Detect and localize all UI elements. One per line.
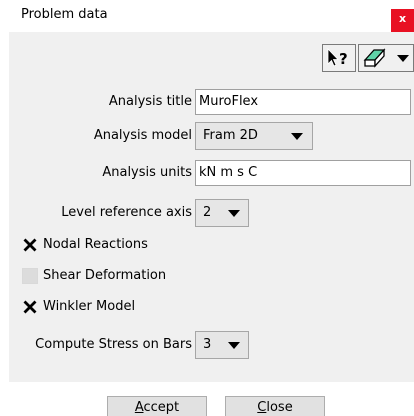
close-icon: x bbox=[398, 12, 407, 25]
whats-this-help-button[interactable]: ? bbox=[322, 44, 356, 72]
chevron-down-icon bbox=[228, 210, 240, 217]
accept-button[interactable]: Accept bbox=[107, 396, 207, 416]
chevron-down-icon bbox=[291, 133, 303, 140]
close-mnemonic: C bbox=[257, 400, 267, 415]
whats-this-help-icon: ? bbox=[327, 48, 348, 68]
close-label-rest: lose bbox=[266, 400, 293, 415]
problem-data-dialog: Problem data x ? Analysis title MuroFlex… bbox=[0, 0, 414, 416]
analysis-model-value: Fram 2D bbox=[203, 128, 258, 143]
eraser-icon bbox=[363, 48, 409, 68]
level-reference-axis-select[interactable]: 2 bbox=[195, 199, 249, 227]
compute-stress-on-bars-value: 3 bbox=[203, 337, 212, 352]
compute-stress-on-bars-select[interactable]: 3 bbox=[195, 331, 249, 359]
eraser-menu-button[interactable] bbox=[358, 44, 414, 72]
checkbox-x-icon bbox=[23, 238, 37, 252]
level-reference-axis-label: Level reference axis bbox=[61, 205, 192, 220]
winkler-model-checkbox[interactable] bbox=[22, 299, 38, 315]
shear-deformation-label: Shear Deformation bbox=[43, 268, 167, 283]
chevron-down-icon bbox=[228, 342, 240, 349]
close-window-button[interactable]: x bbox=[391, 9, 414, 32]
close-button[interactable]: Close bbox=[225, 396, 325, 416]
help-question-glyph: ? bbox=[339, 50, 348, 68]
winkler-model-label: Winkler Model bbox=[43, 299, 136, 314]
analysis-title-input[interactable]: MuroFlex bbox=[195, 89, 411, 115]
compute-stress-on-bars-label: Compute Stress on Bars bbox=[35, 337, 192, 352]
level-reference-axis-value: 2 bbox=[203, 205, 212, 220]
analysis-model-select[interactable]: Fram 2D bbox=[195, 122, 313, 150]
title-bar: Problem data x bbox=[0, 0, 414, 32]
checkbox-x-icon bbox=[23, 300, 37, 314]
accept-mnemonic: A bbox=[134, 400, 144, 415]
accept-label-rest: ccept bbox=[143, 400, 180, 415]
window-title: Problem data bbox=[21, 7, 108, 22]
analysis-title-label: Analysis title bbox=[108, 94, 192, 109]
analysis-model-label: Analysis model bbox=[93, 128, 192, 143]
analysis-units-input[interactable]: kN m s C bbox=[195, 160, 411, 186]
nodal-reactions-checkbox[interactable] bbox=[22, 237, 38, 253]
analysis-units-label: Analysis units bbox=[102, 165, 192, 180]
nodal-reactions-label: Nodal Reactions bbox=[43, 237, 148, 252]
shear-deformation-checkbox[interactable] bbox=[22, 268, 38, 284]
